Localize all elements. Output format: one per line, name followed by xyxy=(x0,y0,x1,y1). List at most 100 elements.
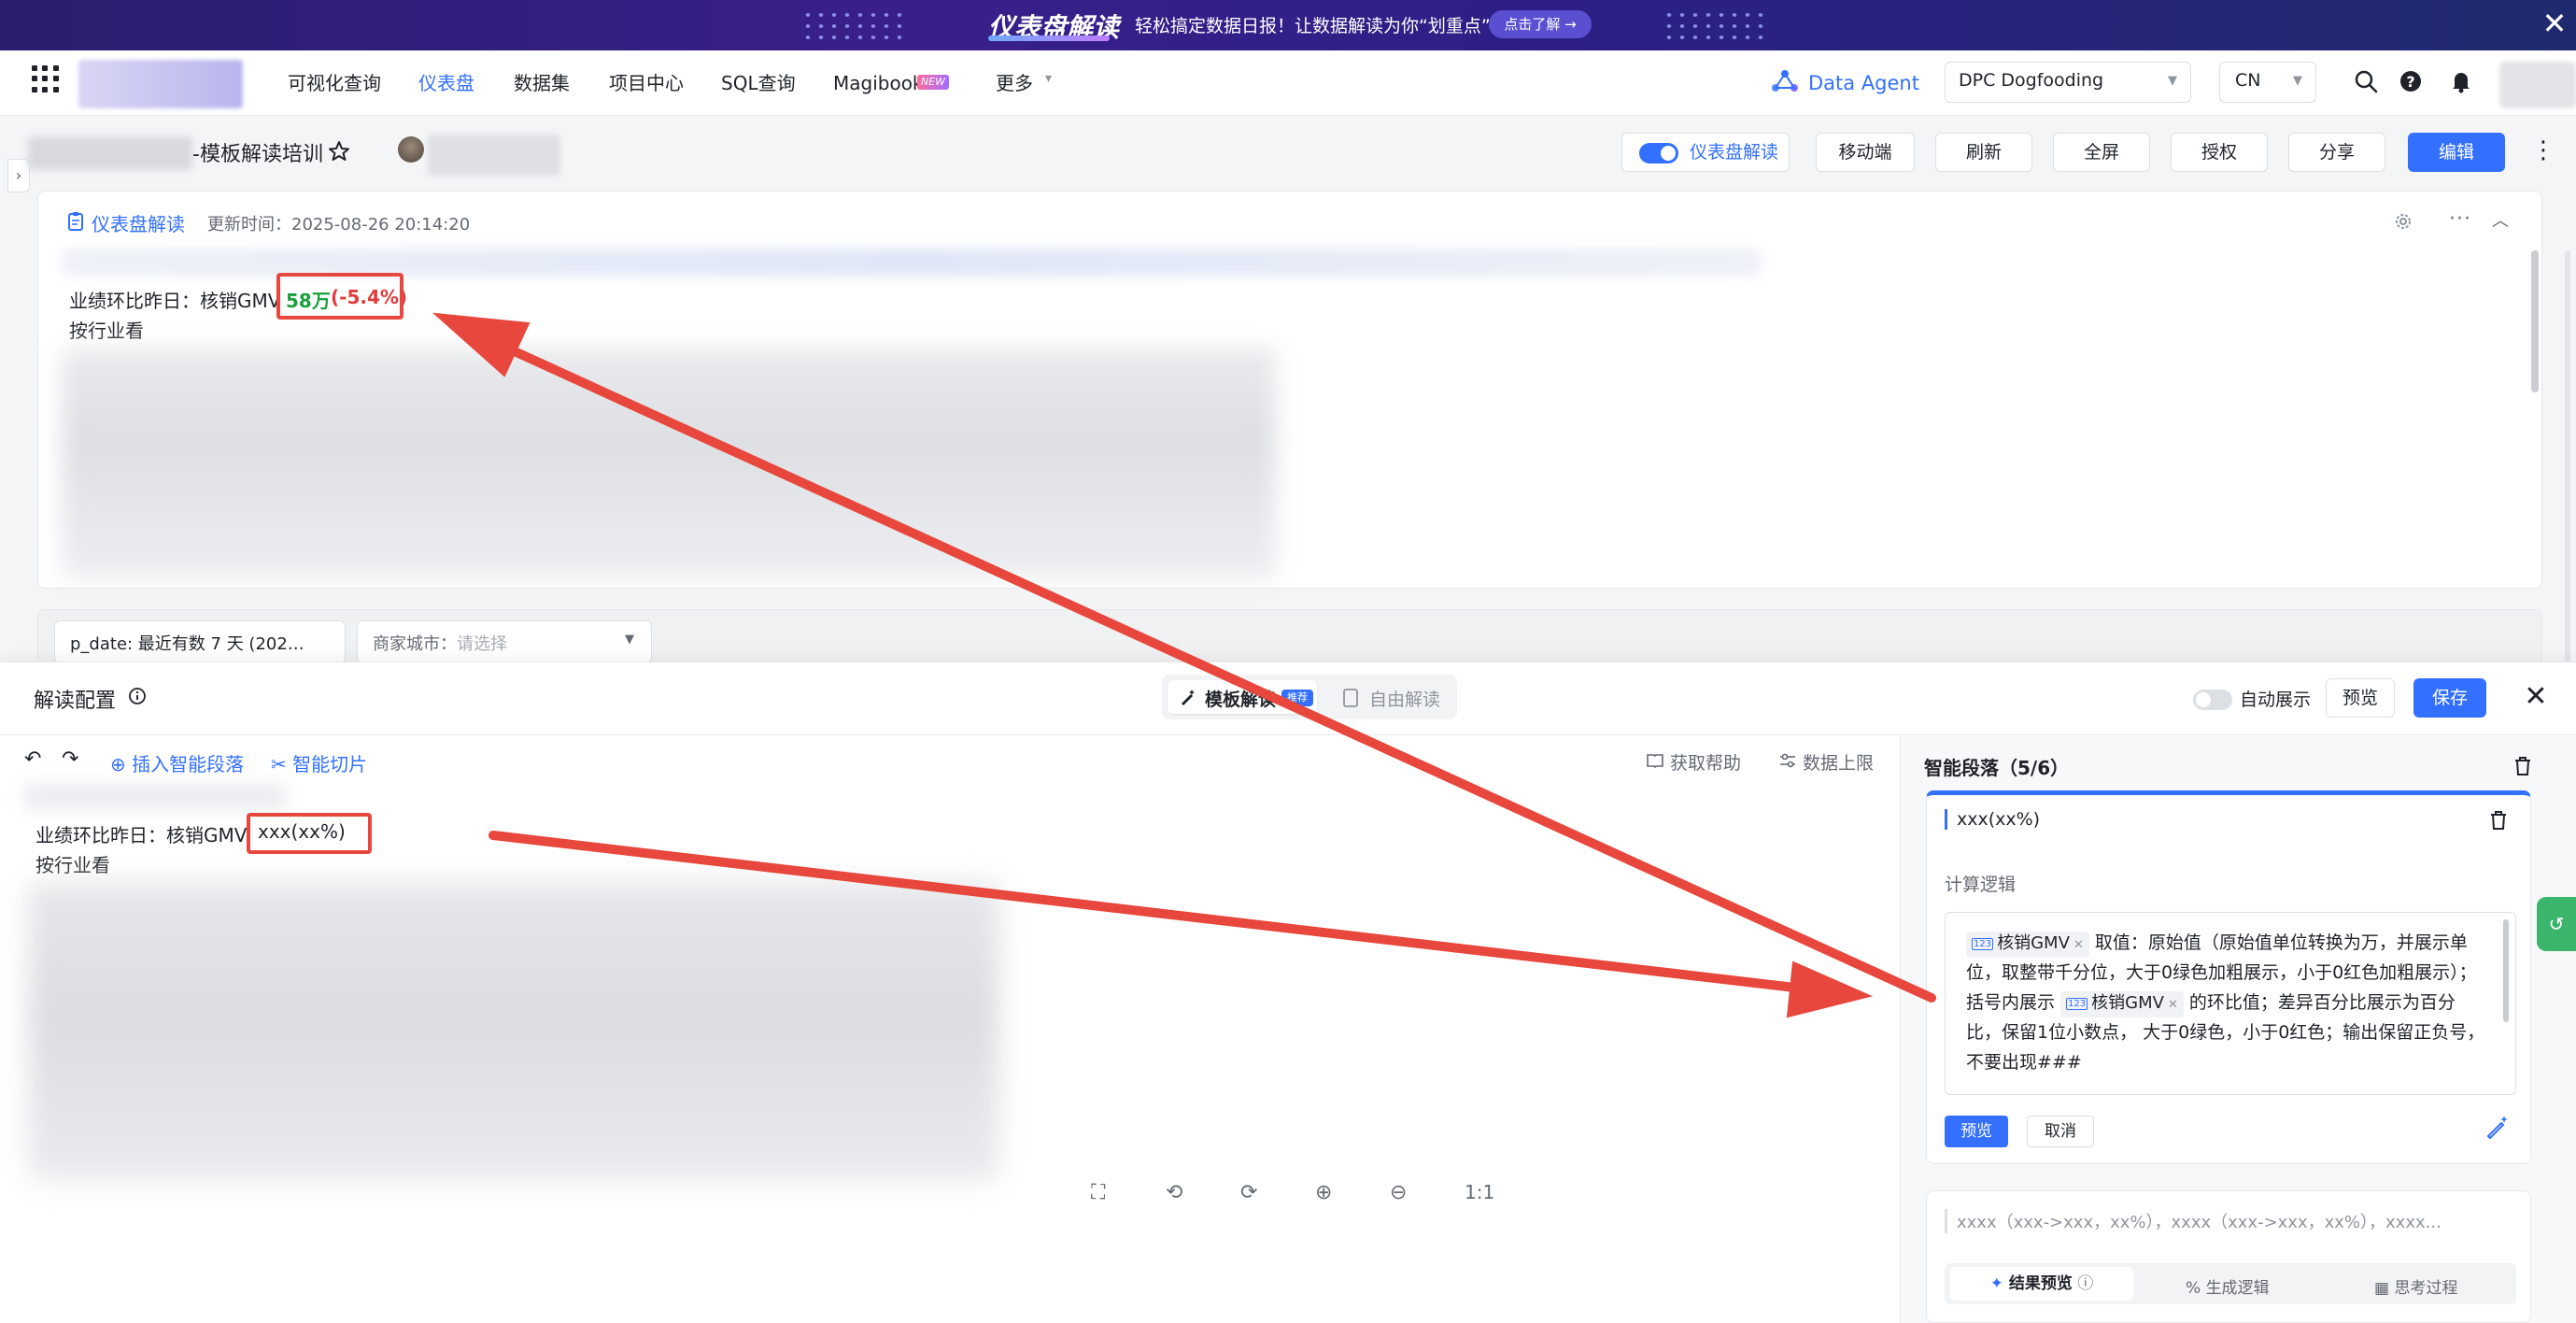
interpretation-updated-time: 更新时间：2025-08-26 20:14:20 xyxy=(207,215,471,235)
trash-icon[interactable] xyxy=(2512,755,2533,777)
data-limit-link[interactable]: 数据上限 xyxy=(1803,749,1874,775)
nav-item-visual-query[interactable]: 可视化查询 xyxy=(288,69,381,97)
nav-item-more[interactable]: 更多 xyxy=(996,69,1033,97)
collapse-icon[interactable]: ︿ xyxy=(2492,207,2509,232)
nav-item-dashboard[interactable]: 仪表盘 xyxy=(418,69,474,97)
chevron-down-icon: ▼ xyxy=(2293,74,2302,88)
product-logo[interactable] xyxy=(78,60,243,108)
settings-icon[interactable] xyxy=(2393,211,2413,232)
zoom-in-icon[interactable]: ⊕ xyxy=(1315,1181,1332,1204)
percent-icon: % xyxy=(2186,1279,2206,1298)
city-filter-placeholder: 请选择 xyxy=(457,634,507,654)
data-agent-icon[interactable] xyxy=(1771,69,1799,93)
fullscreen-button[interactable]: 全屏 xyxy=(2053,133,2150,172)
segment-name[interactable]: xxx(xx%) xyxy=(1945,809,2040,830)
edit-button[interactable]: 编辑 xyxy=(2408,133,2505,172)
info-icon: ⓘ xyxy=(2072,1274,2094,1293)
floating-assistant-button[interactable]: ↺ xyxy=(2537,897,2576,951)
save-button[interactable]: 保存 xyxy=(2413,678,2486,718)
banner-close-icon[interactable]: ✕ xyxy=(2539,7,2570,39)
performance-line-label: 业绩环比昨日：核销GMV xyxy=(69,290,281,312)
calc-logic-editor[interactable]: 123 核销GMV ✕ 取值：原始值（原始值单位转换为万，并展示单位，取整带千分位，… xyxy=(1945,912,2516,1095)
fit-screen-icon[interactable]: ⛶ xyxy=(1091,1181,1105,1204)
calc-logic-label: 计算逻辑 xyxy=(1945,875,2017,895)
user-avatar[interactable] xyxy=(2499,62,2576,108)
redo-icon[interactable]: ↷ xyxy=(62,747,78,771)
info-icon[interactable] xyxy=(127,686,148,706)
redacted-content xyxy=(24,783,286,811)
dashboard-title-redacted xyxy=(28,136,192,170)
help-icon[interactable]: ? xyxy=(2397,67,2425,95)
share-button[interactable]: 分享 xyxy=(2288,133,2385,172)
tab-generate-logic[interactable]: % 生成逻辑 xyxy=(2186,1274,2270,1298)
editor-industry-heading[interactable]: 按行业看 xyxy=(35,850,110,877)
segment-cancel-button[interactable]: 取消 xyxy=(2027,1116,2094,1147)
banner-learn-more-button[interactable]: 点击了解 → xyxy=(1489,10,1592,38)
metric-chip[interactable]: 123 核销GMV ✕ xyxy=(2060,991,2184,1017)
insert-smart-paragraph-button[interactable]: ⊕ 插入智能段落 xyxy=(110,749,244,776)
scrollbar[interactable] xyxy=(2503,919,2509,1022)
rotate-right-icon[interactable]: ⟳ xyxy=(1240,1181,1257,1204)
language-select[interactable]: CN ▼ xyxy=(2219,62,2316,103)
annotation-highlight-box xyxy=(247,813,372,854)
smart-slice-button[interactable]: ✂ 智能切片 xyxy=(271,749,367,776)
redacted-content xyxy=(62,348,1276,579)
actual-size-icon[interactable]: 1:1 xyxy=(1465,1181,1494,1203)
city-filter[interactable]: 商家城市：请选择 ▼ xyxy=(357,620,652,663)
bell-icon[interactable] xyxy=(2447,67,2475,95)
nav-item-magibook[interactable]: Magibook xyxy=(833,69,924,97)
number-type-icon: 123 xyxy=(2066,998,2088,1010)
new-badge: NEW xyxy=(917,75,950,90)
star-icon[interactable] xyxy=(327,139,351,164)
metric-chip[interactable]: 123 核销GMV ✕ xyxy=(1966,932,2089,958)
recommended-badge: 推荐 xyxy=(1281,690,1313,706)
tab-free-interpret[interactable]: 自由解读 xyxy=(1369,686,1440,711)
zoom-out-icon[interactable]: ⊖ xyxy=(1390,1181,1407,1204)
close-icon[interactable]: ✕ xyxy=(2520,678,2552,718)
nav-item-sql-query[interactable]: SQL查询 xyxy=(721,69,796,97)
close-icon: ✕ xyxy=(2167,998,2178,1012)
tab-thinking-process[interactable]: ▦ 思考过程 xyxy=(2374,1274,2457,1298)
auto-show-label: 自动展示 xyxy=(2240,690,2312,710)
mobile-button[interactable]: 移动端 xyxy=(1816,133,1915,172)
banner-text: 轻松搞定数据日报！让数据解读为你“划重点” xyxy=(1135,16,1491,36)
magic-pen-icon xyxy=(1182,690,1195,705)
more-vertical-icon[interactable]: ⋮ xyxy=(2531,136,2555,168)
chevron-down-icon[interactable]: ▾ xyxy=(1045,71,1052,86)
trash-icon[interactable] xyxy=(2488,809,2509,832)
nav-item-dataset[interactable]: 数据集 xyxy=(514,69,570,97)
sidebar-expand-icon[interactable]: › xyxy=(7,159,30,192)
dashboard-interpret-toggle[interactable]: 仪表盘解读 xyxy=(1621,133,1790,172)
tab-result-preview[interactable]: ✦ 结果预览 ⓘ xyxy=(1950,1267,2133,1301)
divider xyxy=(0,734,2576,735)
refresh-button[interactable]: 刷新 xyxy=(1935,133,2032,172)
clipboard-icon xyxy=(68,212,83,231)
language-value: CN xyxy=(2235,70,2261,91)
more-horizontal-icon[interactable]: ··· xyxy=(2449,207,2471,231)
rotate-left-icon[interactable]: ⟲ xyxy=(1166,1181,1182,1204)
nav-item-project-center[interactable]: 项目中心 xyxy=(609,69,684,97)
toggle-switch[interactable] xyxy=(1639,143,1678,164)
result-preview-text: xxxx（xxx->xxx，xx%），xxxx（xxx->xxx，xx%），xx… xyxy=(1945,1209,2442,1233)
close-icon: ✕ xyxy=(2073,938,2084,952)
preview-button[interactable]: 预览 xyxy=(2326,678,2395,718)
interpretation-title: 仪表盘解读 xyxy=(92,213,185,235)
segment-preview-button[interactable]: 预览 xyxy=(1945,1116,2008,1147)
data-agent-link[interactable]: Data Agent xyxy=(1808,69,1919,97)
magic-wand-icon[interactable] xyxy=(2484,1114,2511,1140)
editor-line-label[interactable]: 业绩环比昨日：核销GMV xyxy=(35,820,247,847)
authorize-button[interactable]: 授权 xyxy=(2171,133,2268,172)
industry-heading: 按行业看 xyxy=(69,320,144,342)
date-filter[interactable]: p_date: 最近有数 7 天 (202… xyxy=(54,620,346,663)
book-icon xyxy=(1647,754,1663,769)
scrollbar[interactable] xyxy=(2531,250,2539,392)
workspace-select[interactable]: DPC Dogfooding ▼ xyxy=(1945,62,2191,103)
city-filter-label: 商家城市：请选择 xyxy=(373,634,507,654)
redacted-content xyxy=(28,882,999,1181)
get-help-link[interactable]: 获取帮助 xyxy=(1670,749,1741,775)
drawer-title: 解读配置 xyxy=(34,690,117,713)
apps-grid-icon[interactable] xyxy=(32,65,60,93)
search-icon[interactable] xyxy=(2352,67,2380,95)
undo-icon[interactable]: ↶ xyxy=(24,747,41,771)
auto-show-toggle[interactable] xyxy=(2193,690,2232,710)
